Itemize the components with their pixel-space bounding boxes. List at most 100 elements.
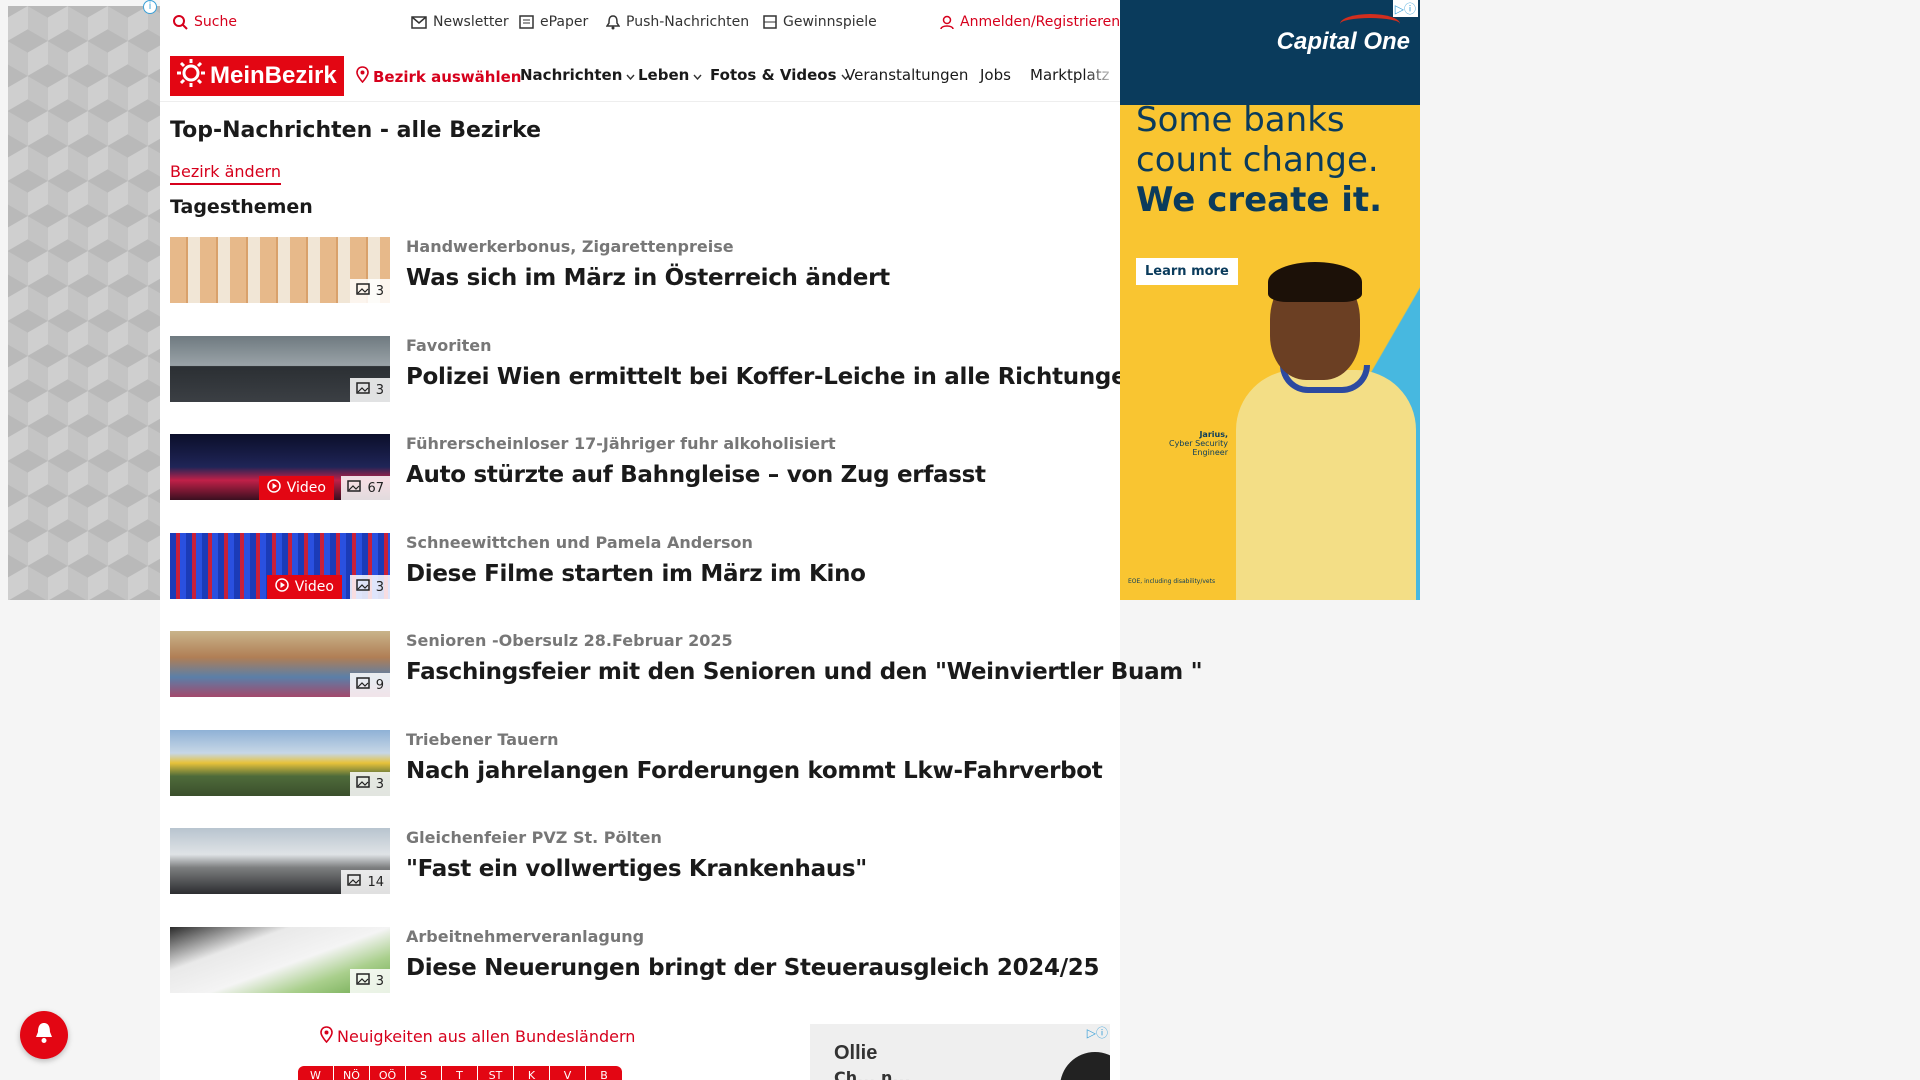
left-skin-ad[interactable] — [8, 6, 160, 600]
gallery-icon — [347, 874, 362, 890]
gewinnspiele-link[interactable]: Gewinnspiele — [763, 14, 877, 30]
article-item[interactable]: 3 Arbeitnehmerveranlagung Diese Neuerung… — [170, 927, 1110, 993]
article-item[interactable]: 3 Handwerkerbonus, Zigarettenpreise Was … — [170, 237, 1110, 303]
article-item[interactable]: 14 Gleichenfeier PVZ St. Pölten "Fast ei… — [170, 828, 1110, 894]
search-label: Suche — [194, 14, 237, 30]
newsletter-link[interactable]: Newsletter — [411, 14, 509, 30]
newspaper-icon — [519, 15, 534, 29]
tab-b[interactable]: B — [586, 1066, 622, 1080]
main-navbar: MeinBezirk Bezirk auswählen Nachrichten … — [160, 46, 1120, 102]
adchoices-icon[interactable]: ▷ⓘ — [1392, 0, 1418, 17]
image-count: 3 — [375, 776, 384, 792]
tab-k[interactable]: K — [514, 1066, 550, 1080]
push-link[interactable]: Push-Nachrichten — [606, 14, 749, 30]
search-link[interactable]: Suche — [172, 14, 237, 30]
video-badge: Video — [266, 575, 342, 599]
user-icon — [940, 15, 954, 30]
footer-area: Neuigkeiten aus allen Bundesländern W NÖ… — [160, 1010, 1120, 1080]
article-thumbnail[interactable]: 9 — [170, 631, 390, 697]
video-label: Video — [294, 579, 334, 595]
article-headline[interactable]: "Fast ein vollwertiges Krankenhaus" — [406, 856, 867, 882]
tab-t[interactable]: T — [442, 1066, 478, 1080]
epaper-link[interactable]: ePaper — [519, 14, 588, 30]
small-ad-image — [1060, 1052, 1110, 1080]
article-headline[interactable]: Auto stürzte auf Bahngleise – von Zug er… — [406, 462, 986, 488]
notification-bell-button[interactable] — [20, 1011, 68, 1059]
image-count-badge: 9 — [349, 673, 390, 697]
ad-person-caption: Jarius, Cyber Security Engineer — [1132, 430, 1228, 457]
article-item[interactable]: 3 Triebener Tauern Nach jahrelangen Ford… — [170, 730, 1110, 796]
login-link[interactable]: Anmelden/Registrieren — [940, 14, 1120, 30]
article-item[interactable]: Video 67 Führerscheinloser 17-Jähriger f… — [170, 434, 1110, 500]
nav-leben[interactable]: Leben — [638, 66, 702, 84]
gallery-icon — [355, 677, 370, 693]
ad-info-icon[interactable]: i — [143, 0, 157, 14]
article-headline[interactable]: Diese Neuerungen bringt der Steuerausgle… — [406, 955, 1100, 981]
tab-st[interactable]: ST — [478, 1066, 514, 1080]
article-thumbnail[interactable]: 3 — [170, 237, 390, 303]
nav-fotos-label: Fotos & Videos — [710, 66, 837, 84]
image-count-badge: 3 — [349, 772, 390, 796]
nav-veranstaltungen[interactable]: Veranstaltungen — [845, 66, 968, 84]
article-headline[interactable]: Faschingsfeier mit den Senioren und den … — [406, 659, 1203, 685]
nav-leben-label: Leben — [638, 66, 690, 84]
article-item[interactable]: 3 Favoriten Polizei Wien ermittelt bei K… — [170, 336, 1143, 402]
article-thumbnail[interactable]: Video 3 — [170, 533, 390, 599]
tab-noe[interactable]: NÖ — [334, 1066, 370, 1080]
ad-fine-print: EOE, including disability/vets — [1128, 578, 1216, 585]
adchoices-icon[interactable]: ▷ⓘ — [1087, 1024, 1108, 1041]
ad-brand: Capital One — [1276, 28, 1410, 55]
right-ad-banner[interactable]: Capital One ▷ⓘ Some banks count change. … — [1120, 0, 1420, 600]
gewinnspiele-label: Gewinnspiele — [783, 14, 877, 30]
bezirk-change-link[interactable]: Bezirk ändern — [170, 162, 281, 185]
tab-s[interactable]: S — [406, 1066, 442, 1080]
article-thumbnail[interactable]: 3 — [170, 927, 390, 993]
gift-icon — [763, 15, 777, 29]
article-headline[interactable]: Nach jahrelangen Forderungen kommt Lkw-F… — [406, 758, 1103, 784]
image-count-badge: 67 — [341, 476, 390, 500]
image-count: 14 — [367, 874, 384, 890]
nav-nachrichten[interactable]: Nachrichten — [520, 66, 635, 84]
article-item[interactable]: Video 3 Schneewittchen und Pamela Anders… — [170, 533, 1110, 599]
article-thumbnail[interactable]: 3 — [170, 730, 390, 796]
play-icon — [267, 479, 281, 497]
article-item[interactable]: 9 Senioren -Obersulz 28.Februar 2025 Fas… — [170, 631, 1203, 697]
article-thumbnail[interactable]: 3 — [170, 336, 390, 402]
nav-nachrichten-label: Nachrichten — [520, 66, 623, 84]
newsletter-label: Newsletter — [433, 14, 509, 30]
gallery-icon — [355, 973, 370, 989]
nav-fotos-videos[interactable]: Fotos & Videos — [710, 66, 850, 84]
main-column: Suche Newsletter ePaper Push-Nachrichten… — [160, 0, 1203, 1080]
nav-jobs[interactable]: Jobs — [980, 66, 1011, 84]
meinbezirk-logo[interactable]: MeinBezirk — [170, 56, 344, 96]
article-kicker: Favoriten — [406, 336, 492, 355]
video-label: Video — [286, 480, 326, 496]
article-headline[interactable]: Was sich im März in Österreich ändert — [406, 265, 890, 291]
article-thumbnail[interactable]: Video 67 — [170, 434, 390, 500]
bundeslaender-link[interactable]: Neuigkeiten aus allen Bundesländern — [320, 1026, 635, 1047]
gallery-icon — [355, 579, 370, 595]
article-kicker: Gleichenfeier PVZ St. Pölten — [406, 828, 662, 847]
small-ad-banner[interactable]: Ollie Ch... n... ▷ⓘ — [810, 1024, 1110, 1080]
small-ad-text: Ch... n... — [834, 1068, 911, 1080]
image-count: 3 — [375, 579, 384, 595]
article-thumbnail[interactable]: 14 — [170, 828, 390, 894]
search-icon — [172, 14, 188, 30]
learn-more-button[interactable]: Learn more — [1136, 258, 1238, 285]
epaper-label: ePaper — [540, 14, 589, 30]
image-count-badge: 3 — [349, 969, 390, 993]
sun-logo-icon — [176, 58, 206, 95]
mail-icon — [411, 15, 427, 29]
chevron-down-icon — [626, 66, 635, 84]
tab-v[interactable]: V — [550, 1066, 586, 1080]
tab-w[interactable]: W — [298, 1066, 334, 1080]
image-count: 3 — [375, 382, 384, 398]
top-utility-bar: Suche Newsletter ePaper Push-Nachrichten… — [160, 0, 1120, 46]
image-count-badge: 3 — [349, 378, 390, 402]
tab-ooe[interactable]: OÖ — [370, 1066, 406, 1080]
page-title: Top-Nachrichten - alle Bezirke — [170, 118, 542, 143]
article-headline[interactable]: Diese Filme starten im März im Kino — [406, 561, 866, 587]
bezirk-select[interactable]: Bezirk auswählen — [356, 66, 521, 87]
article-headline[interactable]: Polizei Wien ermittelt bei Koffer-Leiche… — [406, 364, 1143, 390]
ad-line-3: We create it. — [1136, 180, 1383, 220]
